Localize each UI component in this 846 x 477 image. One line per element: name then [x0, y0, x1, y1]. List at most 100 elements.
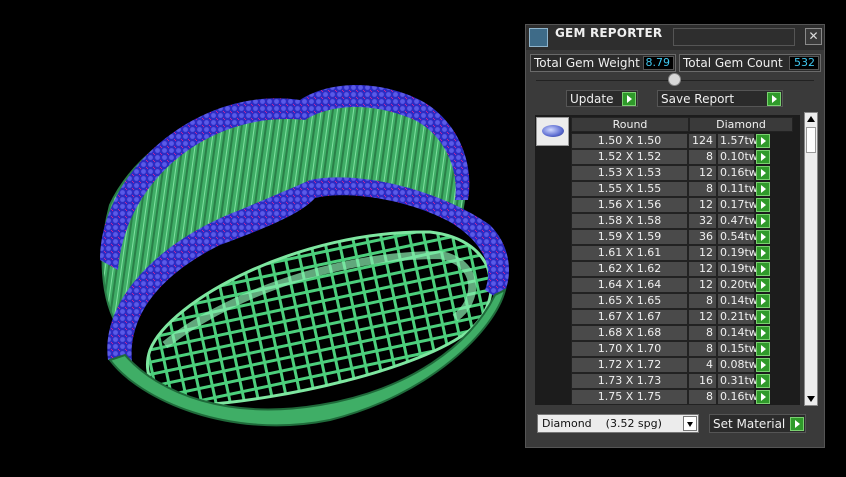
- table-row[interactable]: 1.52 X 1.52 8 0.10tw: [571, 149, 800, 165]
- table-row[interactable]: 1.68 X 1.68 8 0.14tw: [571, 325, 800, 341]
- gem-weight: 0.15tw: [717, 341, 758, 357]
- table-row[interactable]: 1.65 X 1.65 8 0.14tw: [571, 293, 800, 309]
- gem-count: 8: [688, 181, 717, 197]
- table-row[interactable]: 1.73 X 1.73 16 0.31tw: [571, 373, 800, 389]
- scroll-down-arrow-icon[interactable]: [807, 396, 815, 402]
- gem-size: 1.62 X 1.62: [571, 261, 688, 277]
- 3d-viewport[interactable]: [0, 0, 520, 473]
- green-play-arrow-icon[interactable]: [756, 294, 770, 308]
- table-row[interactable]: 1.55 X 1.55 8 0.11tw: [571, 181, 800, 197]
- green-play-arrow-icon[interactable]: [756, 390, 770, 404]
- table-header-shape: Round: [571, 117, 689, 132]
- green-play-arrow-icon[interactable]: [756, 198, 770, 212]
- gem-count: 36: [688, 229, 717, 245]
- green-play-arrow-icon[interactable]: [756, 310, 770, 324]
- table-row[interactable]: 1.56 X 1.56 12 0.17tw: [571, 197, 800, 213]
- gem-size: 1.72 X 1.72: [571, 357, 688, 373]
- gem-weight: 0.16tw: [717, 165, 758, 181]
- gem-reporter-icon: [529, 28, 548, 47]
- material-dropdown[interactable]: Diamond (3.52 spg): [537, 414, 699, 433]
- total-gem-count-label: Total Gem Count: [683, 56, 783, 70]
- gem-size: 1.67 X 1.67: [571, 309, 688, 325]
- gem-count: 12: [688, 277, 717, 293]
- close-button[interactable]: ✕: [805, 28, 822, 45]
- gem-count: 8: [688, 341, 717, 357]
- green-play-arrow-icon[interactable]: [756, 358, 770, 372]
- table-row[interactable]: 1.58 X 1.58 32 0.47tw: [571, 213, 800, 229]
- gem-weight: 0.08tw: [717, 357, 758, 373]
- gem-size: 1.53 X 1.53: [571, 165, 688, 181]
- table-row[interactable]: 1.64 X 1.64 12 0.20tw: [571, 277, 800, 293]
- total-gem-count-value: 532: [789, 56, 819, 70]
- gem-weight: 1.57tw: [717, 133, 758, 149]
- green-play-arrow-icon[interactable]: [756, 262, 770, 276]
- total-gem-weight-value: 8.79: [643, 56, 674, 70]
- table-row[interactable]: 1.50 X 1.50 124 1.57tw: [571, 133, 800, 149]
- gem-count: 12: [688, 261, 717, 277]
- green-play-arrow-icon: [622, 92, 636, 106]
- gem-size: 1.70 X 1.70: [571, 341, 688, 357]
- table-row[interactable]: 1.59 X 1.59 36 0.54tw: [571, 229, 800, 245]
- green-play-arrow-icon[interactable]: [756, 374, 770, 388]
- table-scrollbar[interactable]: [804, 112, 818, 406]
- table-row[interactable]: 1.70 X 1.70 8 0.15tw: [571, 341, 800, 357]
- table-row[interactable]: 1.72 X 1.72 4 0.08tw: [571, 357, 800, 373]
- save-report-button[interactable]: Save Report: [657, 90, 783, 107]
- gem-weight: 0.20tw: [717, 277, 758, 293]
- set-material-button-label: Set Material: [713, 417, 786, 431]
- table-row[interactable]: 1.75 X 1.75 8 0.16tw: [571, 389, 800, 405]
- scroll-thumb[interactable]: [806, 127, 816, 153]
- green-play-arrow-icon[interactable]: [756, 134, 770, 148]
- gem-count: 12: [688, 245, 717, 261]
- gem-count: 12: [688, 309, 717, 325]
- panel-titlebar[interactable]: GEM REPORTER ✕: [526, 25, 824, 50]
- green-play-arrow-icon[interactable]: [756, 230, 770, 244]
- update-button-label: Update: [570, 92, 614, 106]
- green-play-arrow-icon[interactable]: [756, 214, 770, 228]
- table-row[interactable]: 1.62 X 1.62 12 0.19tw: [571, 261, 800, 277]
- round-gem-icon[interactable]: [536, 117, 569, 146]
- gem-table: Round Diamond 1.50 X 1.50 124 1.57tw 1.52 X…: [535, 115, 800, 405]
- green-play-arrow-icon[interactable]: [756, 342, 770, 356]
- green-play-arrow-icon[interactable]: [756, 166, 770, 180]
- set-material-button[interactable]: Set Material: [709, 414, 806, 433]
- table-row[interactable]: 1.67 X 1.67 12 0.21tw: [571, 309, 800, 325]
- slider-knob[interactable]: [668, 73, 681, 86]
- gem-size: 1.58 X 1.58: [571, 213, 688, 229]
- gem-weight: 0.21tw: [717, 309, 758, 325]
- gem-size: 1.73 X 1.73: [571, 373, 688, 389]
- titlebar-separator: [673, 28, 795, 46]
- ring-model: [100, 85, 510, 427]
- gem-count: 124: [688, 133, 717, 149]
- gem-weight: 0.16tw: [717, 389, 758, 405]
- gem-size: 1.61 X 1.61: [571, 245, 688, 261]
- green-play-arrow-icon[interactable]: [756, 150, 770, 164]
- green-play-arrow-icon[interactable]: [756, 278, 770, 292]
- gem-weight: 0.14tw: [717, 325, 758, 341]
- gem-weight: 0.54tw: [717, 229, 758, 245]
- green-play-arrow-icon: [767, 92, 781, 106]
- total-gem-weight-label: Total Gem Weight: [534, 56, 640, 70]
- gem-count: 8: [688, 149, 717, 165]
- gem-count: 16: [688, 373, 717, 389]
- total-gem-weight: Total Gem Weight 8.79: [530, 54, 676, 72]
- table-row[interactable]: 1.61 X 1.61 12 0.19tw: [571, 245, 800, 261]
- gem-count: 4: [688, 357, 717, 373]
- total-gem-count: Total Gem Count 532: [679, 54, 821, 72]
- table-row[interactable]: 1.53 X 1.53 12 0.16tw: [571, 165, 800, 181]
- scroll-up-arrow-icon[interactable]: [807, 116, 815, 122]
- gem-weight: 0.47tw: [717, 213, 758, 229]
- green-play-arrow-icon[interactable]: [756, 246, 770, 260]
- gem-count: 8: [688, 325, 717, 341]
- update-button[interactable]: Update: [566, 90, 638, 107]
- gem-size: 1.75 X 1.75: [571, 389, 688, 405]
- gem-size: 1.65 X 1.65: [571, 293, 688, 309]
- gem-weight: 0.11tw: [717, 181, 758, 197]
- gem-weight: 0.17tw: [717, 197, 758, 213]
- green-play-arrow-icon[interactable]: [756, 326, 770, 340]
- gem-weight: 0.19tw: [717, 261, 758, 277]
- green-play-arrow-icon[interactable]: [756, 182, 770, 196]
- gem-weight: 0.19tw: [717, 245, 758, 261]
- chevron-down-icon[interactable]: [683, 416, 697, 431]
- gem-weight: 0.14tw: [717, 293, 758, 309]
